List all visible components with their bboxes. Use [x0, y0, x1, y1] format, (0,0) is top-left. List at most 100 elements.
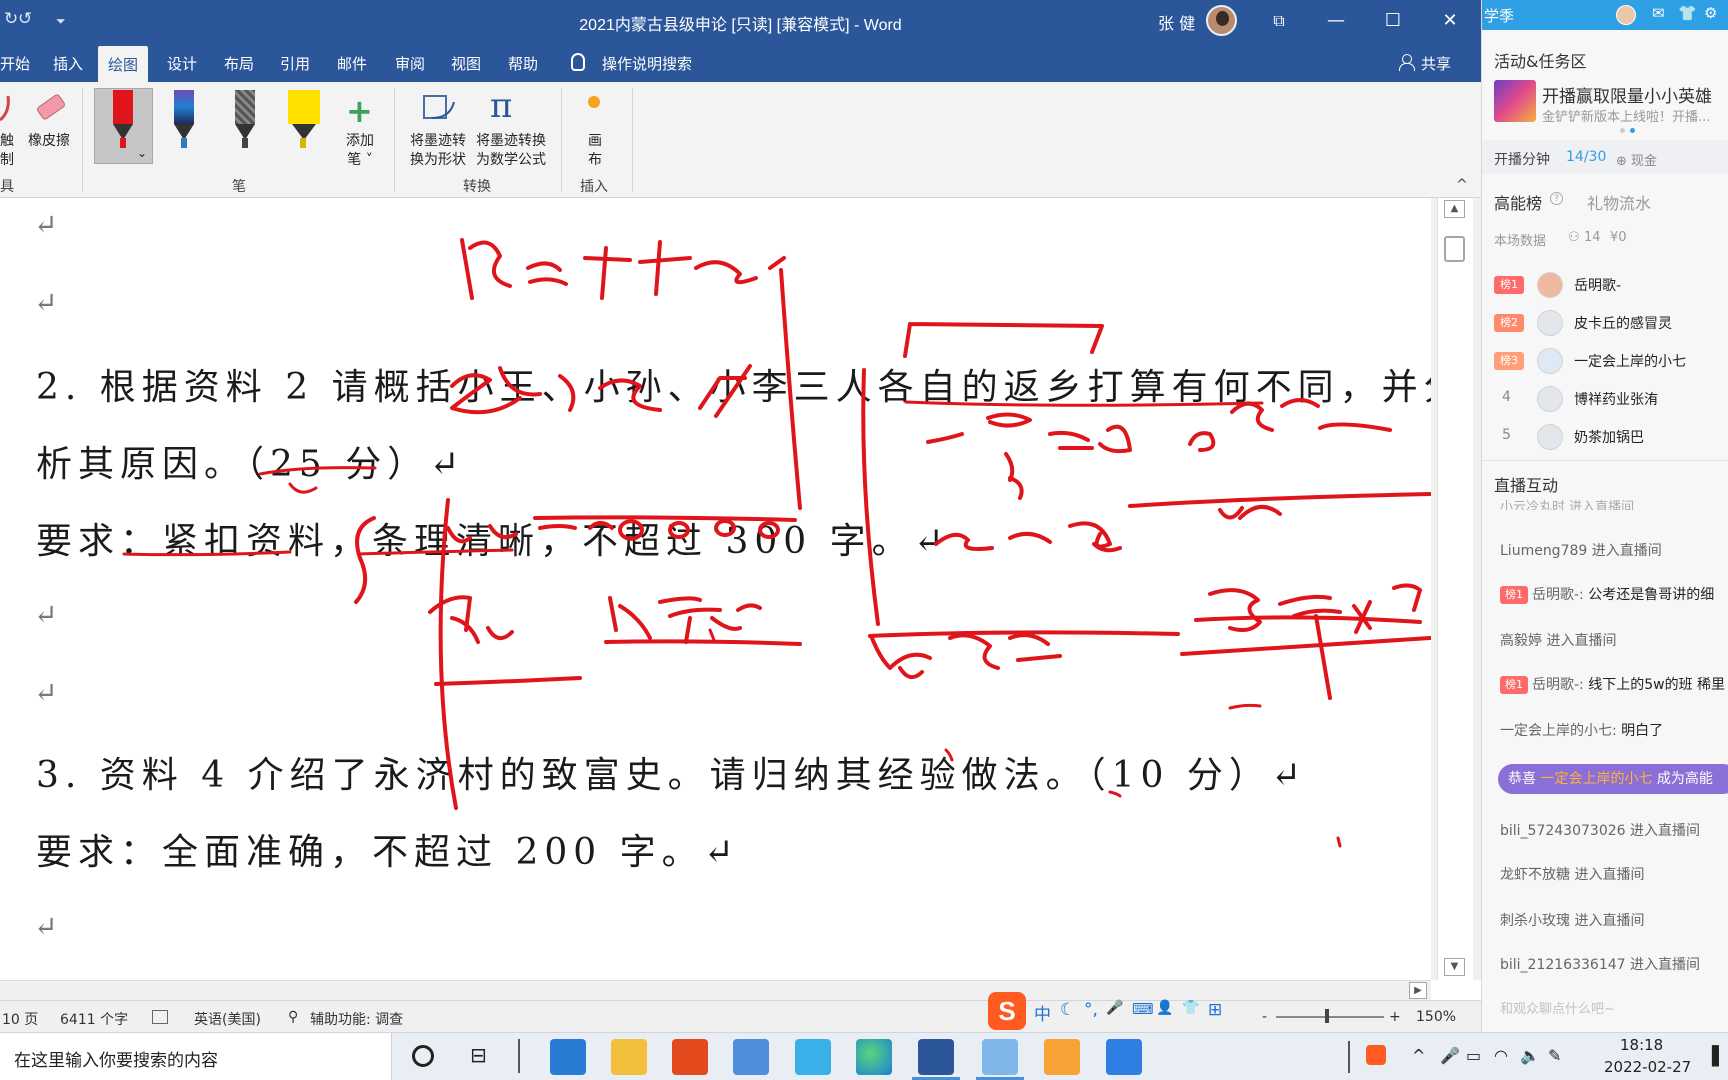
pen-tray-icon[interactable]: ✎	[1548, 1046, 1561, 1065]
proofing-icon[interactable]	[152, 1010, 168, 1024]
tab-gift-stream[interactable]: 礼物流水	[1587, 190, 1651, 214]
microphone-icon[interactable]: 🎤	[1106, 1000, 1123, 1016]
mail-icon[interactable]: ✉	[1652, 4, 1665, 22]
rank-row[interactable]: 榜1 岳明歌-	[1482, 268, 1728, 302]
document-page[interactable]: ↵ ↵ 2. 根据资料 2 请概括小王、小孙、小李三人各自的返乡打算有何不同，并…	[0, 198, 1481, 980]
moon-icon[interactable]: ☾	[1060, 1000, 1075, 1020]
whiteboard-icon[interactable]	[1106, 1039, 1142, 1075]
add-pen-button[interactable]: 添加笔 ˅	[340, 132, 380, 170]
word-count[interactable]: 6411 个字	[60, 1009, 128, 1029]
canvas-icon[interactable]	[588, 96, 600, 108]
bilibili-icon[interactable]	[795, 1039, 831, 1075]
language-status[interactable]: 英语(美国)	[194, 1009, 261, 1029]
scroll-thumb[interactable]	[1444, 236, 1465, 262]
close-button[interactable]: ✕	[1436, 8, 1464, 34]
ink-to-math-icon[interactable]: π	[490, 86, 512, 126]
toolbox-icon[interactable]: ⊞	[1208, 1000, 1222, 1020]
file-explorer-icon[interactable]	[611, 1039, 647, 1075]
highlighter-yellow[interactable]	[288, 90, 320, 150]
live-avatar[interactable]	[1616, 5, 1636, 25]
zoom-slider[interactable]	[1276, 1016, 1384, 1018]
settings-icon[interactable]: ⚙	[1704, 4, 1717, 22]
notifications-icon[interactable]: ▌	[1712, 1046, 1726, 1067]
tab-view[interactable]: 视图	[451, 53, 481, 74]
ime-mode-chinese[interactable]: 中	[1034, 1000, 1051, 1025]
tab-layout[interactable]: 布局	[224, 53, 254, 74]
user-icon[interactable]: 👤	[1156, 1000, 1173, 1016]
shirt-icon[interactable]: 👕	[1678, 4, 1697, 22]
sogou-tray-icon[interactable]	[1366, 1045, 1386, 1065]
collapse-ribbon-icon[interactable]: ^	[1456, 177, 1468, 193]
skin-icon[interactable]: 👕	[1182, 1000, 1199, 1016]
tab-review[interactable]: 审阅	[395, 53, 425, 74]
accessibility-status[interactable]: 辅助功能: 调查	[310, 1009, 403, 1029]
wechat-icon[interactable]	[1044, 1039, 1080, 1075]
eraser-button[interactable]: 橡皮擦	[24, 132, 74, 151]
sogou-logo-icon[interactable]: S	[988, 992, 1026, 1030]
user-avatar[interactable]	[1206, 5, 1237, 36]
add-pen-icon[interactable]: +	[346, 92, 373, 130]
tab-references[interactable]: 引用	[280, 53, 310, 74]
zoom-in-button[interactable]: +	[1389, 1009, 1401, 1025]
tab-draw[interactable]: 绘图	[98, 46, 149, 82]
live-app-icon[interactable]	[982, 1039, 1018, 1075]
canvas-button[interactable]: 画布	[580, 132, 610, 170]
tray-expand-icon[interactable]: ^	[1412, 1046, 1425, 1065]
office-icon[interactable]	[672, 1039, 708, 1075]
pen-galaxy[interactable]	[169, 90, 199, 150]
volume-icon[interactable]: 🔈	[1520, 1046, 1540, 1065]
page-count[interactable]: 10 页	[2, 1009, 38, 1029]
scroll-track[interactable]	[1437, 198, 1473, 980]
tell-me-search[interactable]: 操作说明搜索	[602, 53, 692, 74]
rank-row[interactable]: 5 奶茶加锅巴	[1482, 420, 1728, 454]
battery-icon[interactable]: ▭	[1466, 1046, 1481, 1065]
pen-red[interactable]	[108, 90, 138, 150]
share-button[interactable]: 共享	[1421, 53, 1451, 74]
user-name[interactable]: 张 健	[1158, 10, 1195, 34]
pencil-gray[interactable]	[230, 90, 260, 150]
wifi-icon[interactable]: ◠	[1494, 1046, 1508, 1065]
tab-help[interactable]: 帮助	[508, 53, 538, 74]
tab-mailings[interactable]: 邮件	[337, 53, 367, 74]
scroll-up-arrow[interactable]: ▲	[1444, 200, 1465, 218]
clock-time[interactable]: 18:18	[1620, 1036, 1663, 1054]
zoom-slider-thumb[interactable]	[1325, 1009, 1329, 1023]
chevron-down-icon[interactable]: ⌄	[137, 146, 147, 160]
ribbon-display-button[interactable]: ⧉	[1265, 8, 1293, 34]
ink-to-shape-button[interactable]: 将墨迹转 换为形状	[405, 132, 471, 170]
scroll-down-arrow[interactable]: ▼	[1444, 958, 1465, 976]
rank-row[interactable]: 榜3 一定会上岸的小七	[1482, 344, 1728, 378]
tab-high-energy-rank[interactable]: 高能榜	[1494, 190, 1542, 214]
carousel-dot-active[interactable]	[1630, 128, 1635, 133]
touch-draw-label[interactable]: 触制	[0, 132, 20, 170]
clock-date[interactable]: 2022-02-27	[1604, 1058, 1691, 1076]
carousel-dot[interactable]	[1620, 128, 1625, 133]
zoom-level[interactable]: 150%	[1416, 1009, 1456, 1025]
mail-app-icon[interactable]	[550, 1039, 586, 1075]
task-view-icon[interactable]: ⊟	[470, 1043, 487, 1067]
taskbar-search[interactable]: 在这里输入你要搜索的内容	[0, 1033, 392, 1080]
chat-input[interactable]: 和观众聊点什么吧~	[1500, 998, 1615, 1017]
app-icon[interactable]	[733, 1039, 769, 1075]
punctuation-icon[interactable]: °,	[1084, 1000, 1098, 1020]
promo-title[interactable]: 开播赢取限量小小英雄	[1542, 82, 1712, 107]
cortana-icon[interactable]	[412, 1045, 434, 1067]
edge-icon[interactable]	[856, 1039, 892, 1075]
keyboard-icon[interactable]: ⌨	[1132, 1000, 1154, 1018]
rank-row[interactable]: 4 博祥药业张洧	[1482, 382, 1728, 416]
mic-tray-icon[interactable]: 🎤	[1440, 1046, 1460, 1065]
vertical-scrollbar[interactable]: ▲ ▼	[1431, 198, 1481, 980]
word-app-icon[interactable]	[918, 1039, 954, 1075]
maximize-button[interactable]: ☐	[1379, 8, 1407, 34]
eraser-icon[interactable]	[32, 90, 68, 126]
promo-thumbnail[interactable]	[1494, 80, 1536, 122]
scroll-right-arrow[interactable]: ▶	[1409, 982, 1427, 999]
ink-to-shape-icon[interactable]	[420, 88, 458, 126]
rank-row[interactable]: 榜2 皮卡丘的感冒灵	[1482, 306, 1728, 340]
help-icon[interactable]: ?	[1550, 192, 1563, 205]
tab-insert[interactable]: 插入	[53, 53, 83, 74]
touch-draw-icon[interactable]	[0, 92, 14, 122]
ink-to-math-button[interactable]: 将墨迹转换 为数学公式	[472, 132, 550, 170]
tab-home[interactable]: 开始	[0, 53, 30, 74]
tab-design[interactable]: 设计	[167, 53, 197, 74]
